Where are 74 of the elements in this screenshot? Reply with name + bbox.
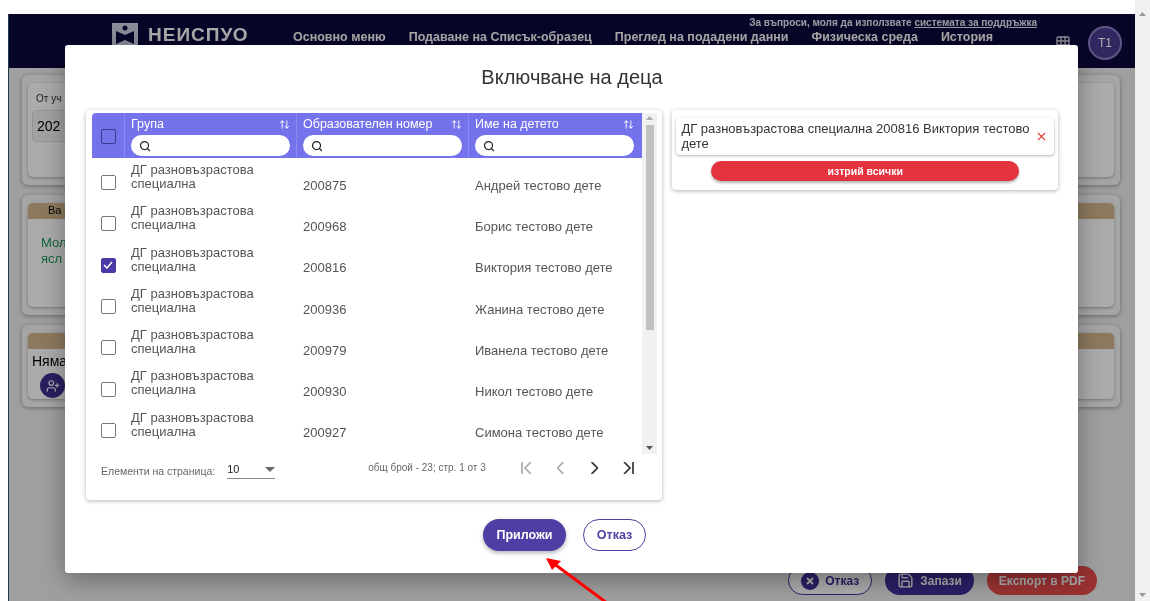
row-checkbox[interactable] xyxy=(100,216,116,232)
table-cell-text: ДГ разновъзрастова специална xyxy=(130,328,255,357)
table-cell-text: ДГ разновъзрастова специална xyxy=(130,163,255,191)
chip-text: ДГ разновъзрастова специална 200816 Виктория тестово дете xyxy=(681,121,1031,151)
logo-text: НЕИСПУО xyxy=(148,24,249,46)
logo-icon xyxy=(112,23,138,47)
table-cell-text: 200875 xyxy=(302,178,348,193)
scroll-up-icon[interactable] xyxy=(1139,12,1146,16)
nav-link[interactable]: История xyxy=(940,30,994,44)
nav-link[interactable]: Подаване на Списък-образец xyxy=(408,30,592,44)
table-scrollbar[interactable] xyxy=(642,113,657,454)
search-icon xyxy=(139,139,151,152)
nav-link[interactable]: Преглед на подадени данни xyxy=(614,30,789,44)
caret-icon xyxy=(265,466,276,472)
dialog-title: Включване на деца xyxy=(480,65,664,90)
table-cell-text: ДГ разновъзрастова специална xyxy=(130,204,255,233)
field-label: От уч xyxy=(35,92,63,104)
table-cell-text: ДГ разновъзрастова специална xyxy=(130,369,255,398)
scroll-up-icon[interactable] xyxy=(646,116,653,120)
chevron-bar-icon xyxy=(623,462,635,474)
support-link[interactable]: системата за поддръжка xyxy=(914,17,1037,28)
table-cell-text: Жанина тестово дете xyxy=(474,302,606,317)
nav-link[interactable]: Физическа среда xyxy=(811,30,918,44)
search-icon xyxy=(483,139,495,152)
row-checkbox[interactable] xyxy=(100,175,116,191)
page-summary: общ брой - 23; стр. 1 от 3 xyxy=(368,461,486,473)
nav-link[interactable]: Основно меню xyxy=(293,30,386,44)
select-all-checkbox[interactable] xyxy=(100,129,116,144)
page-size-label: Елементи на страница: xyxy=(101,465,216,477)
column-header[interactable]: Образователен номер xyxy=(303,117,433,131)
row-checkbox[interactable] xyxy=(100,340,116,356)
sort-icon[interactable] xyxy=(451,118,462,130)
table-cell-text: Виктория тестово дете xyxy=(474,261,614,276)
table-cell-text: 200936 xyxy=(302,302,348,317)
table-cell-text: ДГ разновъзрастова специална xyxy=(130,410,255,439)
sort-icon[interactable] xyxy=(279,118,290,130)
help-text: За въпроси, моля да използвате системата за поддръжка xyxy=(749,17,1037,28)
row-checkbox[interactable] xyxy=(100,257,116,273)
sort-icon[interactable] xyxy=(623,118,634,130)
chevron-icon xyxy=(591,462,599,474)
column-header[interactable]: Име на детето xyxy=(475,117,559,131)
table-cell-text: Иванела тестово дете xyxy=(474,343,610,358)
search-field[interactable] xyxy=(303,135,462,156)
table-cell-text: 200930 xyxy=(302,385,348,400)
row-checkbox[interactable] xyxy=(100,381,116,397)
chevron-icon xyxy=(557,462,565,474)
column-header[interactable]: Група xyxy=(131,117,164,131)
table-cell-text: 200927 xyxy=(302,426,348,441)
page-size-select[interactable]: 10 xyxy=(227,463,276,479)
apply-button[interactable]: Приложи xyxy=(483,519,566,551)
add-child-button[interactable] xyxy=(40,373,65,398)
search-field[interactable] xyxy=(131,135,290,156)
table-cell-text: Андрей тестово дете xyxy=(474,178,603,193)
table-cell-text: Никол тестово дете xyxy=(474,385,595,400)
arrow-drawing xyxy=(546,558,608,601)
table-cell-text: 200968 xyxy=(302,219,348,234)
row-checkbox[interactable] xyxy=(100,422,116,438)
search-field[interactable] xyxy=(475,135,634,156)
user-avatar[interactable]: Т1 xyxy=(1088,26,1122,60)
chevron-bar-icon xyxy=(521,462,533,474)
page-scrollbar[interactable] xyxy=(1135,0,1150,601)
table-cell-text: 200816 xyxy=(302,261,348,276)
search-icon xyxy=(311,139,323,152)
table-cell-text: ДГ разновъзрастова специална xyxy=(130,286,255,315)
clear-all-button[interactable]: изтрий всички xyxy=(711,161,1020,181)
cancel-button[interactable]: Отказ xyxy=(583,519,646,551)
card-heading: Ва xyxy=(48,204,62,216)
table-cell-text: Борис тестово дете xyxy=(474,219,594,234)
table-cell-text: Симона тестово дете xyxy=(474,426,605,441)
table-cell-text: ДГ разновъзрастова специална xyxy=(130,245,255,274)
row-checkbox[interactable] xyxy=(100,299,116,315)
scroll-down-icon[interactable] xyxy=(646,446,653,450)
add-person-icon xyxy=(45,378,60,393)
table-cell-text: 200979 xyxy=(302,343,348,358)
